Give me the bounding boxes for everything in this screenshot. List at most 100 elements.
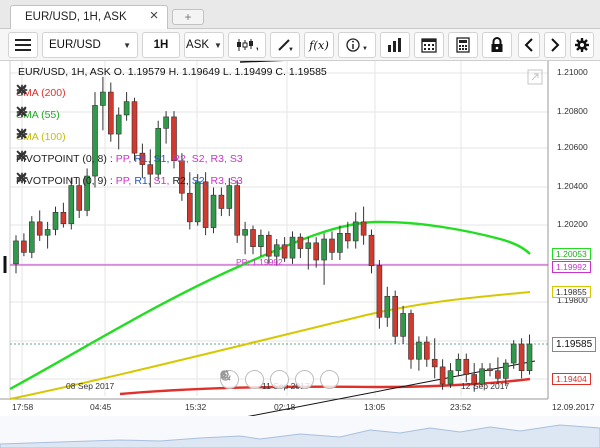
menu-button[interactable]	[8, 32, 38, 58]
indicator-sma-55[interactable]: SMA (55)	[16, 106, 70, 124]
candle-body[interactable]	[305, 242, 312, 249]
candle-body[interactable]	[265, 234, 272, 257]
volume-button[interactable]	[380, 32, 410, 58]
candle-body[interactable]	[447, 370, 454, 385]
candle-body[interactable]	[234, 185, 240, 236]
candle-body[interactable]	[352, 221, 359, 242]
indicator-pivot-9[interactable]: PIVOTPOINT (0, 9) : PP, R1, S1, R2, S2, R3, S3	[16, 172, 256, 190]
close-tab-icon[interactable]: ×	[147, 8, 161, 23]
candle-body[interactable]	[526, 343, 533, 372]
chevron-left-icon	[524, 38, 533, 52]
pan-right-button[interactable]	[221, 370, 339, 389]
candle-body[interactable]	[258, 234, 264, 247]
pivot-level-pp: PP,	[115, 153, 132, 165]
candle-body[interactable]	[360, 221, 367, 236]
chart-area[interactable]: EUR/USD, 1H, ASK O. 1.19579 H. 1.19649 L…	[0, 61, 600, 448]
candle-body[interactable]	[344, 233, 351, 242]
candle-body[interactable]	[52, 212, 59, 230]
candle-body[interactable]	[510, 343, 517, 364]
scroll-right-button[interactable]	[544, 32, 566, 58]
chart-tab[interactable]: EUR/USD, 1H, ASK ×	[10, 5, 168, 29]
overview-navigator[interactable]	[0, 416, 600, 448]
indicator-pivot-8[interactable]: PIVOTPOINT (0, 8) : PP, R1, S1, R2, S2, R3, S3	[16, 150, 256, 168]
indicator-sma-200[interactable]: SMA (200)	[16, 84, 76, 102]
candle-body[interactable]	[376, 265, 383, 318]
zoom-in-button[interactable]	[220, 370, 314, 389]
candle-body[interactable]	[392, 295, 399, 337]
candle-body[interactable]	[329, 238, 335, 253]
expand-icon[interactable]	[527, 69, 543, 85]
calculator-button[interactable]	[448, 32, 478, 58]
candle-body[interactable]	[431, 358, 438, 368]
candle-body[interactable]	[439, 366, 446, 385]
candle-body[interactable]	[495, 370, 501, 379]
candle-body[interactable]	[273, 244, 280, 257]
symbol-select[interactable]: EUR/USD ▼	[42, 32, 138, 58]
candle-body[interactable]	[210, 194, 217, 228]
drawing-tools-button[interactable]: ▼	[270, 32, 300, 58]
info-button[interactable]: ▼	[338, 32, 376, 58]
ohlc-readout: EUR/USD, 1H, ASK O. 1.19579 H. 1.19649 L…	[18, 66, 327, 78]
candle-body[interactable]	[163, 116, 169, 129]
candle-body[interactable]	[487, 368, 493, 371]
x-tick-label: 02:18	[274, 402, 296, 412]
candle-body[interactable]	[242, 229, 248, 236]
candle-body[interactable]	[44, 229, 51, 236]
candle-body[interactable]	[123, 101, 130, 116]
bar-chart-icon	[388, 38, 401, 52]
timeframe-select[interactable]: 1H	[142, 32, 180, 58]
scroll-left-button[interactable]	[518, 32, 540, 58]
price-side-select[interactable]: ASK ▼	[184, 32, 224, 58]
lock-button[interactable]	[482, 32, 512, 58]
candle-body[interactable]	[100, 91, 106, 106]
candle-body[interactable]	[463, 358, 470, 375]
candle-body[interactable]	[400, 313, 406, 337]
chart-type-button[interactable]: ▼	[228, 32, 266, 58]
zoom-out-button[interactable]	[220, 370, 264, 389]
candle-body[interactable]	[13, 240, 19, 265]
candle-body[interactable]	[337, 233, 343, 253]
pivot-level-pp: PP,	[115, 175, 132, 187]
candle-body[interactable]	[313, 242, 320, 261]
candle-body[interactable]	[60, 212, 67, 225]
candle-body[interactable]	[423, 341, 430, 360]
candle-body[interactable]	[416, 341, 422, 360]
candle-body[interactable]	[21, 240, 27, 253]
calendar-button[interactable]	[414, 32, 444, 58]
trendline-top[interactable]	[239, 61, 418, 63]
candle-body[interactable]	[408, 313, 414, 360]
candle-body[interactable]	[368, 234, 375, 267]
candle-body[interactable]	[187, 192, 193, 223]
pivot-separator: :	[109, 153, 113, 165]
calculator-icon	[456, 37, 470, 53]
candle-body[interactable]	[36, 221, 43, 236]
candle-body[interactable]	[518, 343, 525, 372]
candle-body[interactable]	[250, 229, 256, 247]
indicator-sma-100[interactable]: SMA (100)	[16, 128, 76, 146]
candle-body[interactable]	[297, 236, 304, 249]
candle-body[interactable]	[28, 221, 35, 253]
price-tag-sma-200: 1.19404	[552, 373, 591, 385]
candle-body[interactable]	[384, 295, 391, 318]
pivot-level-s2: S2,	[191, 153, 208, 165]
candle-body[interactable]	[502, 362, 509, 379]
candle-body[interactable]	[455, 358, 462, 371]
add-tab-button[interactable]: +	[172, 9, 204, 25]
candle-body[interactable]	[289, 236, 296, 259]
chart-tab-title: EUR/USD, 1H, ASK	[25, 11, 127, 23]
pivot-level-r1: R1,	[134, 175, 151, 187]
candle-body[interactable]	[131, 101, 138, 154]
candle-body[interactable]	[68, 185, 75, 225]
date-label: 08 Sep 2017	[66, 381, 115, 391]
candle-body[interactable]	[321, 238, 327, 261]
candle-body[interactable]	[115, 114, 122, 135]
pivot-level-s1: S1,	[153, 153, 170, 165]
candle-body[interactable]	[218, 194, 225, 209]
y-tick-label: 1.21000	[557, 67, 588, 77]
candle-body[interactable]	[108, 91, 114, 135]
function-icon: f(x)	[309, 38, 329, 52]
settings-button[interactable]	[570, 32, 594, 58]
y-tick-label: 1.20400	[557, 181, 588, 191]
indicators-button[interactable]: f(x)	[304, 32, 334, 58]
reset-zoom-button[interactable]	[220, 370, 289, 389]
